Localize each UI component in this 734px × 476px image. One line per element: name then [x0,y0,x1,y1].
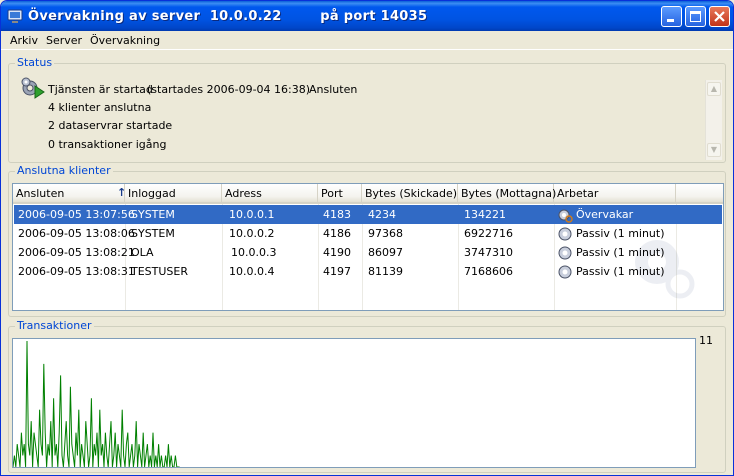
passive-gear-icon [558,265,572,279]
title-bar[interactable]: Övervakning av server 10.0.0.22 på port … [1,1,733,31]
cell-arbetar: Passiv (1 minut) [576,246,665,259]
clients-group-label: Anslutna klienter [15,164,113,177]
cell-port: 4186 [323,227,351,240]
service-status-text: Tjänsten är startad [48,83,153,96]
menu-overvakning[interactable]: Övervakning [90,34,160,47]
cell-adress: 10.0.0.4 [229,265,275,278]
cell-ansluten: 2006-09-05 13:08:31 [18,265,135,278]
graph-max-label: 11 [699,334,713,347]
cell-port: 4197 [323,265,351,278]
menu-server[interactable]: Server [46,34,82,47]
cell-bytes-received: 134221 [464,208,506,221]
scroll-up-button[interactable]: ▲ [707,82,721,96]
menu-bar: Arkiv Server Övervakning [1,31,733,50]
cell-port: 4190 [323,246,351,259]
cell-adress: 10.0.0.2 [229,227,275,240]
column-bytes-sent[interactable]: Bytes (Skickade) [362,184,458,202]
service-started-text: (startades 2006-09-04 16:38) [147,83,311,96]
cell-arbetar: Passiv (1 minut) [576,227,665,240]
column-inloggad[interactable]: Inloggad [125,184,222,202]
table-row[interactable]: 2006-09-05 13:08:21 OLA 10.0.0.3 4190 86… [14,243,722,262]
clients-connected-text: 4 klienter anslutna [48,101,152,114]
connection-status-text: Ansluten [309,83,358,96]
column-bytes-received[interactable]: Bytes (Mottagna) [458,184,556,202]
menu-arkiv[interactable]: Arkiv [10,34,38,47]
cell-bytes-sent: 86097 [368,246,403,259]
cell-inloggad: TESTUSER [131,265,188,278]
cell-ansluten: 2006-09-05 13:08:06 [18,227,135,240]
cell-bytes-sent: 4234 [368,208,396,221]
cell-adress: 10.0.0.3 [231,246,277,259]
maximize-button[interactable] [685,6,706,27]
status-scrollbar[interactable]: ▲ ▼ [705,80,722,160]
minimize-button[interactable] [661,6,682,27]
close-icon [714,11,725,22]
dataservers-started-text: 2 dataservrar startade [48,119,173,132]
main-window: Övervakning av server 10.0.0.22 på port … [0,0,734,476]
scroll-down-button[interactable]: ▼ [707,143,721,157]
table-row[interactable]: 2006-09-05 13:08:31 TESTUSER 10.0.0.4 41… [14,262,722,281]
clients-list-header: Ansluten ↑ Inloggad Adress Port Bytes (S… [13,184,723,204]
cell-bytes-received: 3747310 [464,246,513,259]
transactions-series-line [12,340,180,468]
cell-port: 4183 [323,208,351,221]
column-arbetar[interactable]: Arbetar [554,184,676,202]
minimize-icon [667,19,674,22]
table-row[interactable]: 2006-09-05 13:07:56 SYSTEM 10.0.0.1 4183… [14,205,722,224]
transactions-group-label: Transaktioner [15,319,94,332]
table-row[interactable]: 2006-09-05 13:08:06 SYSTEM 10.0.0.2 4186… [14,224,722,243]
cell-bytes-received: 6922716 [464,227,513,240]
clients-list[interactable]: Ansluten ↑ Inloggad Adress Port Bytes (S… [12,183,724,311]
cell-bytes-sent: 81139 [368,265,403,278]
transactions-graph-plot [12,340,180,468]
cell-arbetar: Övervakar [576,208,634,221]
cell-ansluten: 2006-09-05 13:08:21 [18,246,135,259]
passive-gear-icon [558,227,572,241]
service-running-icon [21,77,45,99]
cell-ansluten: 2006-09-05 13:07:56 [18,208,135,221]
cell-inloggad: SYSTEM [131,208,175,221]
column-adress[interactable]: Adress [222,184,318,202]
maximize-icon [690,11,701,22]
transactions-graph [12,338,696,468]
window-title: Övervakning av server 10.0.0.22 på port … [28,9,428,24]
status-group-label: Status [15,56,55,69]
close-button[interactable] [709,6,730,27]
column-ansluten-label: Ansluten [16,187,65,200]
cell-arbetar: Passiv (1 minut) [576,265,665,278]
transactions-running-text: 0 transaktioner igång [48,138,167,151]
monitoring-gear-icon [558,209,573,223]
window-icon [7,9,23,23]
passive-gear-icon [558,246,572,260]
cell-inloggad: SYSTEM [131,227,175,240]
cell-bytes-sent: 97368 [368,227,403,240]
cell-inloggad: OLA [131,246,154,259]
column-port[interactable]: Port [318,184,362,202]
cell-adress: 10.0.0.1 [229,208,275,221]
cell-bytes-received: 7168606 [464,265,513,278]
column-ansluten[interactable]: Ansluten ↑ [13,184,126,202]
